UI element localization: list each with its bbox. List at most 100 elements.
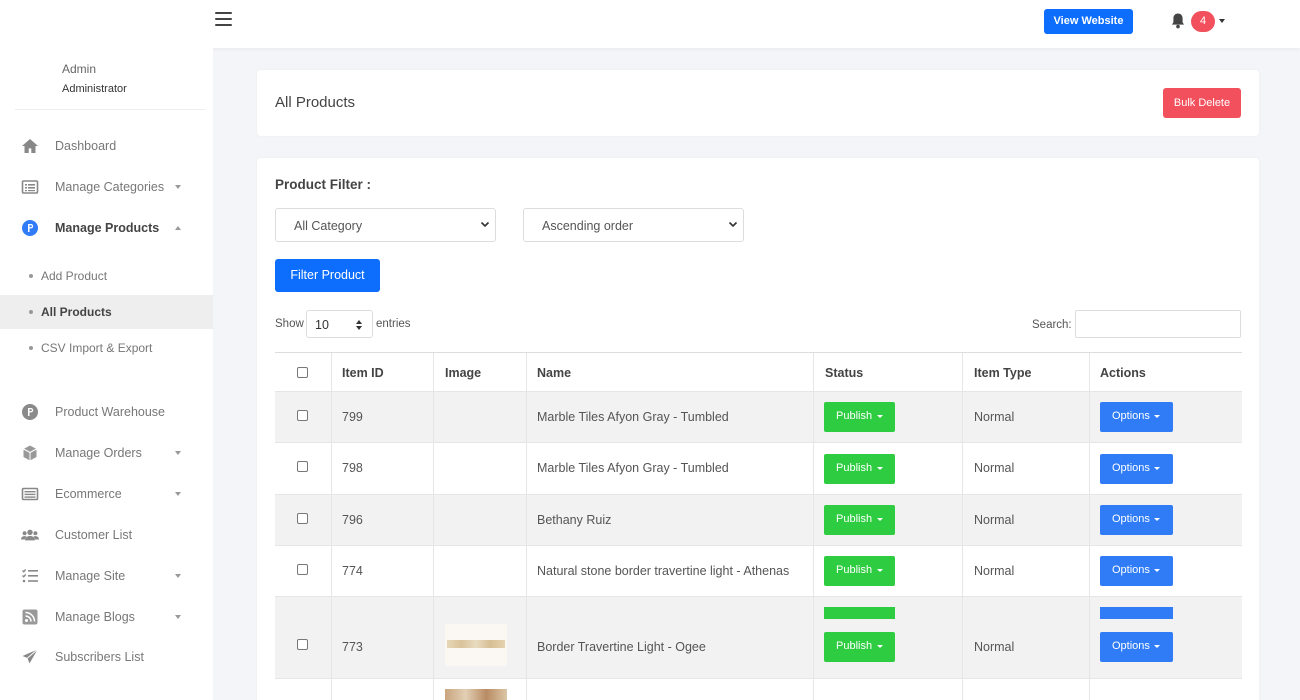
sort-order-select[interactable]: Ascending order xyxy=(523,208,744,242)
sidebar-item-customer-list[interactable]: Customer List xyxy=(0,517,213,553)
column-header-name[interactable]: Name xyxy=(537,366,571,380)
column-header-item-id[interactable]: Item ID xyxy=(342,366,384,380)
row-checkbox[interactable] xyxy=(297,461,308,472)
sidebar-item-dashboard[interactable]: Dashboard xyxy=(0,128,213,164)
status-publish-button[interactable]: Publish xyxy=(824,454,895,484)
status-publish-button[interactable]: Publish xyxy=(824,402,895,432)
table-row-partial xyxy=(275,597,1242,619)
caret-down-icon xyxy=(1154,467,1160,470)
product-name: Marble Tiles Afyon Gray - Tumbled xyxy=(537,410,729,424)
home-icon xyxy=(22,139,38,153)
sidebar-item-label: Ecommerce xyxy=(55,487,122,501)
column-header-status[interactable]: Status xyxy=(825,366,863,380)
view-website-button[interactable]: View Website xyxy=(1044,9,1133,34)
column-divider xyxy=(331,353,332,391)
table-row: 798 Marble Tiles Afyon Gray - Tumbled Pu… xyxy=(275,443,1242,495)
sidebar-subitem-all-products[interactable]: All Products xyxy=(0,295,213,329)
column-header-image[interactable]: Image xyxy=(445,366,481,380)
bullet-icon xyxy=(29,346,33,350)
options-label: Options xyxy=(1112,410,1150,422)
sidebar-item-ecommerce[interactable]: Ecommerce xyxy=(0,476,213,512)
caret-down-icon xyxy=(877,415,883,418)
caret-down-icon xyxy=(877,518,883,521)
table-row: 796 Bethany Ruiz Publish Normal Options xyxy=(275,495,1242,546)
filter-product-button[interactable]: Filter Product xyxy=(275,259,380,292)
search-input[interactable] xyxy=(1075,310,1241,338)
product-thumbnail xyxy=(445,689,507,700)
select-all-checkbox[interactable] xyxy=(297,367,308,378)
item-type: Normal xyxy=(974,564,1015,578)
options-button-partial xyxy=(1100,607,1173,619)
caret-down-icon xyxy=(877,467,883,470)
status-label: Publish xyxy=(836,462,873,474)
sidebar-item-manage-categories[interactable]: Manage Categories xyxy=(0,169,213,205)
status-publish-button[interactable]: Publish xyxy=(824,556,895,586)
options-label: Options xyxy=(1112,564,1150,576)
item-type: Normal xyxy=(974,461,1015,475)
sidebar-item-label: Manage Orders xyxy=(55,446,142,460)
column-divider xyxy=(526,353,527,391)
status-label: Publish xyxy=(836,410,873,422)
category-select-value: All Category xyxy=(294,219,363,233)
sort-updown-icon xyxy=(356,320,362,330)
sidebar-item-product-warehouse[interactable]: Product Warehouse xyxy=(0,394,213,430)
status-publish-button[interactable]: Publish xyxy=(824,632,895,662)
column-header-actions[interactable]: Actions xyxy=(1100,366,1146,380)
chevron-up-icon xyxy=(175,226,181,230)
sidebar-item-label: Manage Blogs xyxy=(55,610,135,624)
row-checkbox[interactable] xyxy=(297,564,308,575)
page-size-select[interactable]: 10 xyxy=(306,310,373,338)
options-button[interactable]: Options xyxy=(1100,454,1173,484)
column-header-item-type[interactable]: Item Type xyxy=(974,366,1031,380)
options-label: Options xyxy=(1112,640,1150,652)
p-circle-icon xyxy=(22,220,38,236)
bell-icon[interactable] xyxy=(1170,12,1186,30)
row-checkbox[interactable] xyxy=(297,410,308,421)
column-divider xyxy=(813,353,814,391)
bulk-delete-button[interactable]: Bulk Delete xyxy=(1163,88,1241,118)
sidebar-item-manage-products[interactable]: Manage Products xyxy=(0,210,213,246)
bullet-icon xyxy=(29,310,33,314)
user-name: Admin xyxy=(62,62,97,76)
row-checkbox[interactable] xyxy=(297,513,308,524)
sidebar-subitem-label: Add Product xyxy=(41,269,108,283)
caret-down-icon xyxy=(1154,518,1160,521)
product-name: Bethany Ruiz xyxy=(537,513,612,527)
entries-label: entries xyxy=(376,318,411,330)
table-row: 774 Natural stone border travertine ligh… xyxy=(275,546,1242,597)
sidebar-subitem-add-product[interactable]: Add Product xyxy=(0,259,213,293)
sidebar-item-manage-blogs[interactable]: Manage Blogs xyxy=(0,599,213,635)
chevron-down-icon xyxy=(480,221,490,228)
options-button[interactable]: Options xyxy=(1100,632,1173,662)
chevron-down-icon xyxy=(175,574,181,578)
users-icon xyxy=(21,529,39,541)
user-role: Administrator xyxy=(62,83,127,95)
notification-count-badge[interactable]: 4 xyxy=(1191,11,1215,32)
page-title: All Products xyxy=(275,94,356,111)
status-publish-button[interactable]: Publish xyxy=(824,505,895,535)
options-button[interactable]: Options xyxy=(1100,556,1173,586)
row-checkbox[interactable] xyxy=(297,639,308,650)
status-label: Publish xyxy=(836,513,873,525)
table-header-row: Item ID Image Name Status Item Type Acti… xyxy=(275,352,1242,392)
caret-down-icon xyxy=(877,569,883,572)
category-select[interactable]: All Category xyxy=(275,208,496,242)
options-button[interactable]: Options xyxy=(1100,505,1173,535)
sidebar-item-manage-orders[interactable]: Manage Orders xyxy=(0,435,213,471)
sidebar-item-label: Manage Categories xyxy=(55,180,165,194)
user-menu-chevron-down-icon[interactable] xyxy=(1219,19,1225,23)
sidebar-subitem-csv-import-export[interactable]: CSV Import & Export xyxy=(0,331,213,365)
list-icon xyxy=(21,180,39,194)
sidebar-item-subscribers-list[interactable]: Subscribers List xyxy=(0,639,213,675)
sidebar-subitem-label: CSV Import & Export xyxy=(41,341,153,355)
hamburger-menu-icon[interactable] xyxy=(215,12,232,26)
chevron-down-icon xyxy=(175,615,181,619)
options-button[interactable]: Options xyxy=(1100,402,1173,432)
rss-icon xyxy=(22,609,38,625)
sidebar-item-manage-site[interactable]: Manage Site xyxy=(0,558,213,594)
item-id: 798 xyxy=(342,461,363,475)
chevron-down-icon xyxy=(175,492,181,496)
product-filter-title: Product Filter : xyxy=(275,177,372,192)
top-bar: View Website 4 xyxy=(0,0,1300,48)
table-row-cutoff xyxy=(275,679,1242,700)
